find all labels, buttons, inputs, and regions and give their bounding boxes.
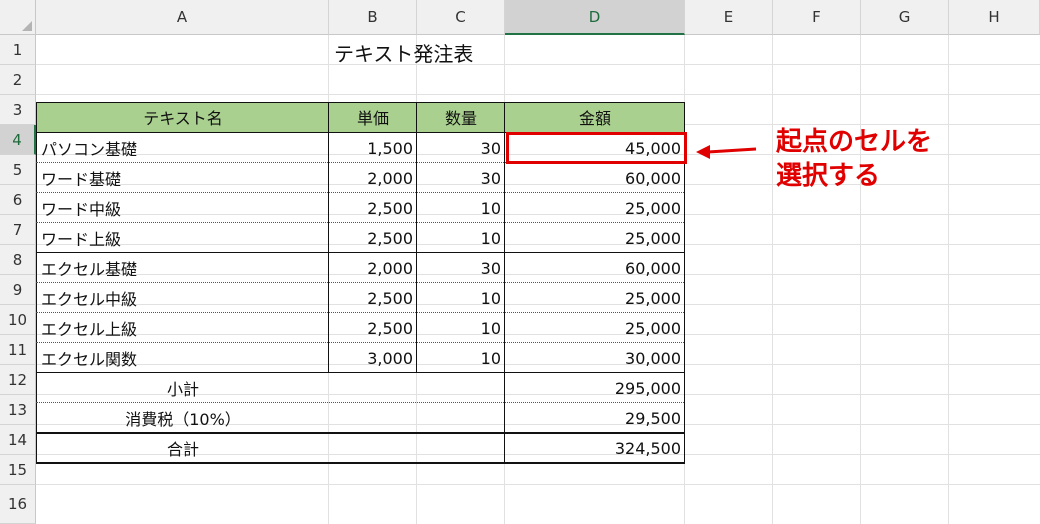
gridline [36,64,1040,65]
table-border [36,102,685,103]
row-header-4[interactable]: 4 [0,125,36,155]
item-qty[interactable]: 10 [417,193,505,223]
item-qty[interactable]: 30 [417,133,505,163]
item-qty[interactable]: 10 [417,283,505,313]
column-header-d[interactable]: D [505,0,685,35]
item-price[interactable]: 2,000 [329,253,417,283]
subtotal-label[interactable]: 小計 [37,373,329,403]
callout-annotation: 起点のセルを 選択する [776,125,932,193]
table-border-dotted [36,312,684,313]
item-amount[interactable]: 60,000 [505,163,685,193]
total-label[interactable]: 合計 [37,433,329,463]
item-name[interactable]: エクセル基礎 [37,253,329,283]
header-amount[interactable]: 金額 [505,102,685,132]
table-border-dotted [36,192,684,193]
item-name[interactable]: パソコン基礎 [37,133,329,163]
row-header-10[interactable]: 10 [0,305,36,335]
row-header-6[interactable]: 6 [0,185,36,215]
row-header-7[interactable]: 7 [0,215,36,245]
table-border-dotted [36,282,684,283]
table-border [328,102,329,373]
item-amount[interactable]: 60,000 [505,253,685,283]
gridline [36,484,1040,485]
tax-value[interactable]: 29,500 [505,403,685,433]
gridline [948,35,949,524]
item-qty[interactable]: 10 [417,223,505,253]
item-qty[interactable]: 10 [417,313,505,343]
row-header-2[interactable]: 2 [0,65,36,95]
column-header-f[interactable]: F [773,0,861,35]
item-price[interactable]: 2,500 [329,313,417,343]
gridline [772,35,773,524]
header-price[interactable]: 単価 [329,102,417,132]
column-header-c[interactable]: C [417,0,505,35]
item-price[interactable]: 2,500 [329,193,417,223]
header-qty[interactable]: 数量 [417,102,505,132]
row-header-12[interactable]: 12 [0,365,36,395]
column-header-h[interactable]: H [949,0,1040,35]
row-header-8[interactable]: 8 [0,245,36,275]
item-name[interactable]: ワード基礎 [37,163,329,193]
item-price[interactable]: 2,000 [329,163,417,193]
item-name[interactable]: ワード上級 [37,223,329,253]
table-border [36,372,685,373]
callout-line-2: 選択する [776,161,881,191]
item-amount[interactable]: 25,000 [505,283,685,313]
column-header-e[interactable]: E [685,0,773,35]
item-price[interactable]: 2,500 [329,223,417,253]
sheet-title: テキスト発注表 [334,42,474,66]
table-border [416,102,417,373]
item-qty[interactable]: 30 [417,253,505,283]
total-value[interactable]: 324,500 [505,433,685,463]
arrow-left-icon [696,145,757,159]
item-name[interactable]: ワード中級 [37,193,329,223]
table-border-dotted [36,222,684,223]
item-name[interactable]: エクセル関数 [37,343,329,373]
row-header-1[interactable]: 1 [0,35,36,65]
table-border [504,102,505,464]
row-header-11[interactable]: 11 [0,335,36,365]
item-price[interactable]: 2,500 [329,283,417,313]
gridline [36,94,1040,95]
item-amount[interactable]: 25,000 [505,223,685,253]
table-border-dotted [36,402,684,403]
row-header-14[interactable]: 14 [0,425,36,455]
item-amount[interactable]: 30,000 [505,343,685,373]
gridline [860,35,861,524]
subtotal-value[interactable]: 295,000 [505,373,685,403]
table-border [36,462,685,464]
item-price[interactable]: 3,000 [329,343,417,373]
column-header-b[interactable]: B [329,0,417,35]
tax-label[interactable]: 消費税（10%） [37,403,329,433]
item-name[interactable]: エクセル上級 [37,313,329,343]
row-header-9[interactable]: 9 [0,275,36,305]
table-border [36,432,685,434]
row-header-13[interactable]: 13 [0,395,36,425]
row-header-16[interactable]: 16 [0,485,36,524]
item-amount[interactable]: 25,000 [505,313,685,343]
column-header-g[interactable]: G [861,0,949,35]
select-all-corner[interactable] [0,0,36,35]
table-border [36,102,37,464]
spreadsheet-grid: A B C D E F G H 1 2 3 4 5 6 7 8 9 10 11 … [0,0,1040,524]
row-header-3[interactable]: 3 [0,95,36,125]
row-header-5[interactable]: 5 [0,155,36,185]
callout-line-1: 起点のセルを [776,127,933,157]
item-qty[interactable]: 30 [417,163,505,193]
item-amount[interactable]: 25,000 [505,193,685,223]
active-cell-highlight[interactable] [506,132,687,164]
row-header-15[interactable]: 15 [0,455,36,485]
item-price[interactable]: 1,500 [329,133,417,163]
item-qty[interactable]: 10 [417,343,505,373]
table-border [36,252,685,253]
table-border-dotted [36,342,684,343]
item-name[interactable]: エクセル中級 [37,283,329,313]
column-header-a[interactable]: A [36,0,329,35]
header-name[interactable]: テキスト名 [37,102,329,132]
